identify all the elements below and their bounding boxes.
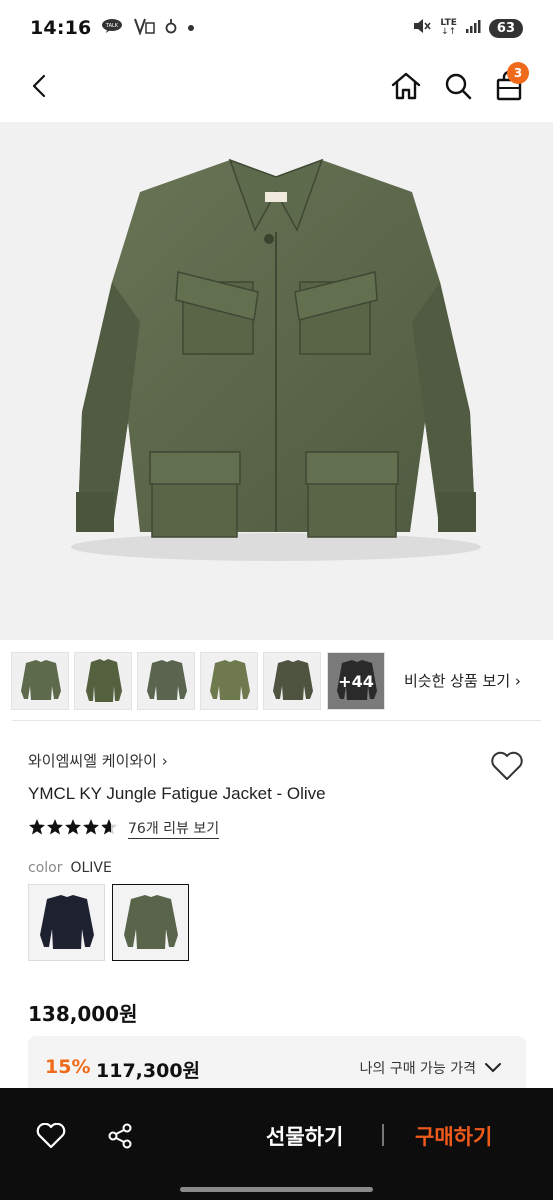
color-key-label: color — [28, 860, 63, 876]
original-price: 138,000원 — [28, 1002, 138, 1026]
section-divider — [12, 720, 541, 721]
color-option-navy[interactable] — [28, 884, 105, 961]
discount-rate: 15% — [45, 1056, 91, 1078]
app-header: 3 — [0, 56, 553, 118]
star-icons — [29, 819, 117, 835]
thumbnail-5[interactable] — [263, 652, 321, 710]
color-row: color OLIVE — [28, 860, 112, 876]
back-icon — [32, 74, 46, 98]
thumbnail-2[interactable] — [74, 652, 132, 710]
bottom-wishlist-button[interactable] — [29, 1116, 73, 1156]
bottom-action-bar: 선물하기 구매하기 — [0, 1088, 553, 1200]
battery-level: 63 — [496, 20, 515, 36]
jacket-thumbnail-image — [147, 660, 187, 700]
buy-button[interactable]: 구매하기 — [415, 1121, 492, 1151]
share-icon — [108, 1123, 132, 1149]
alarm-icon — [165, 17, 177, 39]
wifi-icon: LTE ↓↑ — [440, 18, 457, 37]
status-time: 14:16 — [30, 17, 92, 39]
search-button[interactable] — [436, 64, 480, 108]
navy-jacket-image — [40, 895, 94, 949]
battery-icon: 63 — [488, 18, 523, 38]
my-price-label: 나의 구매 가능 가격 — [359, 1061, 476, 1077]
color-option-olive[interactable] — [112, 884, 189, 961]
cart-button[interactable]: 3 — [487, 62, 531, 108]
chevron-down-icon — [485, 1063, 501, 1073]
home-icon — [391, 72, 421, 100]
notification-icon — [133, 17, 156, 39]
heart-icon — [491, 751, 523, 780]
home-button[interactable] — [384, 64, 428, 108]
olive-jacket-image — [124, 895, 178, 949]
search-icon — [445, 73, 472, 100]
brand-link[interactable]: 와이엠씨엘 케이와이 › — [28, 750, 168, 771]
back-button[interactable] — [18, 64, 62, 108]
status-bar: 14:16 TALK LTE ↓↑ 63 — [0, 0, 553, 56]
my-price-toggle[interactable]: 나의 구매 가능 가격 — [360, 1058, 502, 1078]
talk-icon: TALK — [101, 18, 123, 38]
jacket-thumbnail-image — [210, 660, 250, 700]
home-indicator — [180, 1187, 373, 1192]
similar-products-link[interactable]: 비슷한 상품 보기 › — [404, 670, 521, 691]
button-separator — [382, 1124, 384, 1146]
heart-icon — [36, 1123, 66, 1149]
mute-icon — [412, 17, 432, 39]
rating-row: 76개 리뷰 보기 — [28, 818, 220, 840]
discount-price: 117,300원 — [96, 1060, 201, 1082]
jacket-image — [71, 158, 481, 561]
signal-icon — [465, 18, 481, 38]
selected-color: OLIVE — [70, 860, 112, 876]
gift-button[interactable]: 선물하기 — [266, 1121, 343, 1151]
thumbnail-4[interactable] — [200, 652, 258, 710]
star-rating — [28, 818, 120, 840]
jacket-thumbnail-image — [273, 660, 313, 700]
more-images-label: +44 — [338, 671, 374, 691]
thumbnail-strip: +44 비슷한 상품 보기 › — [0, 650, 553, 712]
product-title: YMCL KY Jungle Fatigue Jacket - Olive — [28, 784, 326, 803]
dot-icon — [187, 21, 195, 36]
cart-count-badge: 3 — [507, 62, 529, 84]
jacket-thumbnail-image — [21, 660, 61, 700]
share-button[interactable] — [98, 1116, 142, 1156]
wishlist-button[interactable] — [487, 746, 527, 786]
discount-box: 15% 117,300원 나의 구매 가능 가격 — [28, 1036, 526, 1094]
jacket-thumbnail-image — [86, 659, 122, 702]
review-link[interactable]: 76개 리뷰 보기 — [128, 820, 220, 839]
thumbnail-1[interactable] — [11, 652, 69, 710]
thumbnail-3[interactable] — [137, 652, 195, 710]
product-main-image[interactable] — [0, 122, 553, 640]
svg-text:TALK: TALK — [105, 23, 119, 29]
thumbnail-more[interactable]: +44 — [327, 652, 385, 710]
